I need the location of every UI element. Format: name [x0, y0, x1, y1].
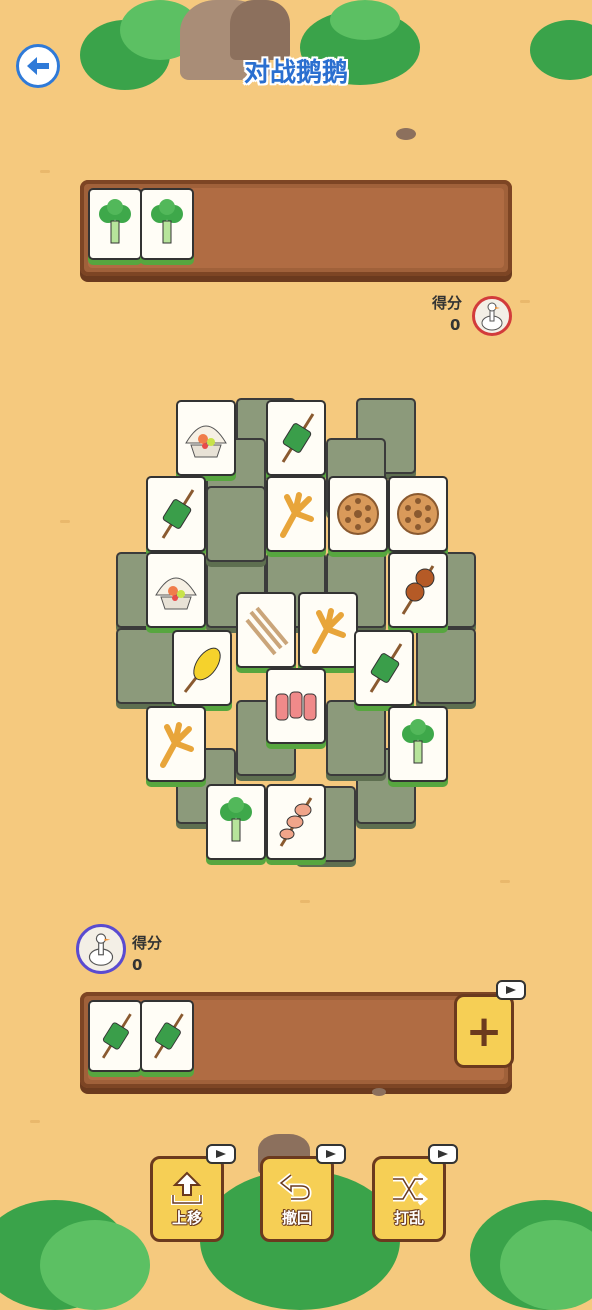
undo-label: 撤回 [281, 1208, 312, 1227]
video-ad-icon [496, 980, 526, 1000]
player-score-label: 得分 [132, 934, 163, 952]
board-tile[interactable] [172, 630, 232, 706]
sand-speck [520, 300, 530, 303]
undo-button[interactable]: 撤回 [260, 1156, 334, 1242]
board-tile-blocked [326, 700, 386, 776]
board-tile-blocked [416, 628, 476, 704]
broccoli-icon [99, 199, 131, 244]
undo-icon [277, 1172, 312, 1201]
green-skewer-icon [153, 1013, 184, 1059]
broccoli-icon [220, 797, 252, 842]
broccoli-icon [402, 719, 434, 764]
opponent-tray-tile [88, 188, 142, 260]
video-ad-icon [206, 1144, 236, 1164]
scallop-icon [155, 577, 197, 610]
mushroom-skewer-icon [401, 565, 435, 615]
board-tile[interactable] [388, 476, 448, 552]
board-tile[interactable] [146, 706, 206, 782]
broccoli-icon [151, 199, 183, 244]
video-ad-icon [316, 1144, 346, 1164]
green-skewer-icon [161, 489, 195, 539]
corn-icon [183, 647, 221, 693]
shuffle-label: 打乱 [393, 1208, 424, 1227]
board-tile[interactable] [266, 400, 326, 476]
sand-speck [300, 900, 310, 903]
board-tile[interactable] [176, 400, 236, 476]
board-tile-blocked [206, 486, 266, 562]
opponent-score-value: 0 [450, 316, 461, 334]
bacon-roll-icon [275, 691, 317, 721]
move-up-button[interactable]: 上移 [150, 1156, 224, 1242]
lotus-root-icon [397, 493, 439, 535]
page-title: 对战鹅鹅 [243, 58, 348, 88]
rope-skewer-icon [245, 606, 289, 656]
green-skewer-icon [101, 1013, 132, 1059]
goose-icon [88, 933, 114, 966]
board-tile[interactable] [328, 476, 388, 552]
move-up-icon [171, 1171, 203, 1205]
board-tile[interactable] [146, 552, 206, 628]
shuffle-icon [393, 1171, 429, 1206]
board-tile-blocked [116, 628, 176, 704]
chicken-feet-icon [312, 608, 346, 654]
add-slot-button[interactable]: + [454, 994, 514, 1068]
scallop-icon [185, 425, 227, 458]
player-tray-tile [88, 1000, 142, 1072]
lotus-root-icon [337, 493, 379, 535]
board-tile[interactable] [388, 552, 448, 628]
board-tile[interactable] [298, 592, 358, 668]
plus-icon: + [465, 1005, 503, 1057]
chicken-feet-icon [160, 722, 194, 768]
shrimp-skewer-icon [279, 797, 313, 847]
chicken-feet-icon [280, 492, 314, 538]
move-up-label: 上移 [171, 1208, 202, 1227]
player-avatar [76, 924, 126, 974]
goose-icon [481, 302, 503, 331]
board-tile[interactable] [354, 630, 414, 706]
sand-speck [40, 170, 50, 173]
board-tile[interactable] [266, 476, 326, 552]
shuffle-button[interactable]: 打乱 [372, 1156, 446, 1242]
player-tray-tile [140, 1000, 194, 1072]
sand-speck [500, 880, 510, 883]
opponent-avatar [472, 296, 512, 336]
sand-speck [30, 1120, 40, 1123]
opponent-tray-tile [140, 188, 194, 260]
board-tile[interactable] [146, 476, 206, 552]
green-skewer-icon [281, 413, 315, 463]
player-score-value: 0 [132, 956, 143, 974]
board-tile[interactable] [236, 592, 296, 668]
board-tile[interactable] [206, 784, 266, 860]
video-ad-icon [428, 1144, 458, 1164]
opponent-score-label: 得分 [432, 294, 463, 312]
board-tile[interactable] [266, 784, 326, 860]
board-tile[interactable] [388, 706, 448, 782]
green-skewer-icon [369, 643, 403, 693]
sand-speck [60, 520, 70, 523]
board-tile[interactable] [266, 668, 326, 744]
